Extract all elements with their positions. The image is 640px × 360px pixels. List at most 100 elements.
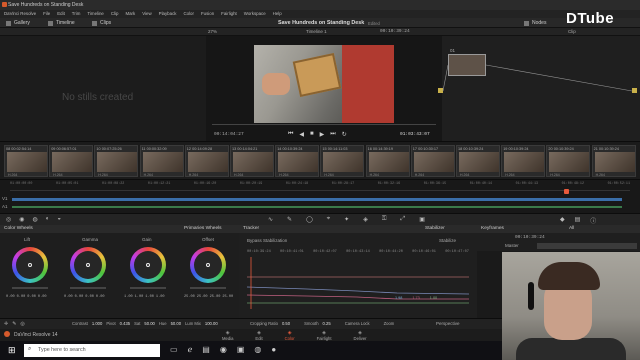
play-icon[interactable]: ▶ — [320, 131, 325, 138]
edge-icon[interactable]: ℯ — [188, 345, 193, 354]
wheel-value[interactable]: 0.00 — [38, 295, 47, 299]
wheel-value[interactable]: 25.00 — [210, 295, 221, 299]
wheel-value[interactable]: 25.00 — [222, 295, 233, 299]
rgb-mixer-icon[interactable]: ◐ — [46, 216, 50, 223]
skip-back-icon[interactable]: ⏮ — [288, 131, 293, 138]
clip-thumbnail[interactable]: 17 00:10:30:17 H.264 — [410, 145, 455, 177]
perspective-button[interactable]: Perspective — [436, 321, 460, 326]
menu-item-view[interactable]: View — [142, 11, 151, 16]
curves-icon[interactable]: ∿ — [268, 216, 273, 223]
zoom-checkbox[interactable]: Zoom — [384, 321, 395, 326]
menu-item-clip[interactable]: Clip — [111, 11, 119, 16]
blur-icon[interactable]: ◈ — [363, 216, 368, 223]
menu-item-playback[interactable]: Playback — [159, 11, 177, 16]
primaries-mode-selector[interactable]: Primaries Wheels — [184, 226, 222, 231]
master-keyframe-lane[interactable] — [537, 243, 637, 249]
stop-icon[interactable]: ■ — [310, 131, 314, 138]
wheel-master-slider[interactable] — [12, 287, 48, 289]
audio-track-bar[interactable] — [12, 206, 622, 208]
wheel-value[interactable]: 1.00 — [135, 295, 144, 299]
playhead[interactable] — [564, 189, 569, 194]
wheel-master-slider[interactable] — [190, 287, 226, 289]
gallery-button[interactable]: Gallery — [6, 20, 30, 26]
timeline-selector[interactable]: Timeline 1 — [306, 29, 327, 34]
clip-thumbnail[interactable]: 13 00:14:04:21 H.264 — [230, 145, 274, 177]
start-icon[interactable]: ⊞ — [8, 345, 16, 356]
cropping-ratio-value[interactable]: 0.50 — [282, 321, 290, 326]
color-wheel-lift[interactable] — [12, 247, 48, 283]
wheel-puck[interactable] — [206, 263, 210, 267]
stabilizer-mode-selector[interactable]: Stabilizer — [425, 226, 445, 231]
menu-item-trim[interactable]: Trim — [72, 11, 81, 16]
qualifier-icon[interactable]: ✎ — [287, 216, 292, 223]
tracker-icon[interactable]: ⌖ — [327, 216, 330, 223]
wheel-value[interactable]: 0.00 — [17, 295, 26, 299]
wheel-value[interactable]: 0.00 — [6, 295, 15, 299]
wheel-value[interactable]: 0.00 — [85, 295, 94, 299]
wheel-value[interactable]: 1.00 — [145, 295, 154, 299]
menu-item-timeline[interactable]: Timeline — [87, 11, 103, 16]
info-icon[interactable]: ⓘ — [590, 216, 596, 225]
obs-icon[interactable]: ● — [271, 345, 276, 354]
wheel-value[interactable]: 1.00 — [124, 295, 133, 299]
wheel-value[interactable]: 25.00 — [184, 295, 195, 299]
wheel-master-slider[interactable] — [70, 287, 106, 289]
wheel-value[interactable]: 0.00 — [75, 295, 84, 299]
menu-item-workspace[interactable]: Workspace — [244, 11, 266, 16]
clips-button[interactable]: Clips — [92, 20, 111, 26]
magic-mask-icon[interactable]: ✦ — [344, 216, 349, 223]
video-track-bar[interactable] — [12, 198, 622, 201]
sat-value[interactable]: 50.00 — [144, 321, 154, 326]
page-tab-fairlight[interactable]: ◈ Fairlight — [317, 330, 332, 341]
wheel-value[interactable]: 0.00 — [64, 295, 73, 299]
timeline-button[interactable]: Timeline — [48, 20, 75, 26]
viewer-scrubber[interactable] — [212, 124, 436, 125]
color-wheel-gain[interactable] — [130, 247, 166, 283]
step-back-icon[interactable]: ◀ — [299, 131, 304, 138]
contrast-value[interactable]: 1.000 — [92, 321, 102, 326]
color-wheel-offset[interactable] — [190, 247, 226, 283]
folder-icon[interactable]: ▤ — [202, 345, 210, 354]
target-icon[interactable]: ◎ — [20, 321, 24, 327]
clip-thumbnail[interactable]: 21 00:10:39:24 H.264 — [591, 145, 636, 177]
clip-thumbnail[interactable]: 14 00:10:39:24 H.264 — [275, 145, 320, 177]
menu-item-help[interactable]: Help — [273, 11, 282, 16]
skip-forward-icon[interactable]: ⏭ — [330, 131, 335, 138]
color-wheels-icon[interactable]: ◍ — [33, 216, 38, 223]
clip-thumbnail[interactable]: 10 00:07:25:26 H.264 — [94, 145, 139, 177]
menu-item-edit[interactable]: Edit — [57, 11, 65, 16]
motion-effects-icon[interactable]: ◒ — [57, 216, 61, 223]
wheel-value[interactable]: 1.00 — [156, 295, 165, 299]
bypass-stabilization-checkbox[interactable]: Bypass Stabilization — [247, 238, 287, 243]
wheel-master-slider[interactable] — [130, 287, 166, 289]
resolve-taskbar-icon[interactable]: ◍ — [254, 345, 261, 354]
scopes-icon[interactable]: ▤ — [575, 216, 581, 225]
brush-icon[interactable]: ✎ — [12, 321, 16, 327]
clip-thumbnail[interactable]: 20 00:10:39:24 H.264 — [546, 145, 591, 177]
zoom-level[interactable]: 27% — [208, 29, 217, 34]
clip-mode-selector[interactable]: Clip — [568, 29, 576, 34]
page-tab-media[interactable]: ◈ Media — [222, 330, 233, 341]
nodes-button[interactable]: Nodes — [524, 20, 546, 26]
clip-thumbnail[interactable]: 09 00:06:57:01 H.264 — [49, 145, 94, 177]
hue-value[interactable]: 50.00 — [171, 321, 181, 326]
wheel-puck[interactable] — [146, 263, 150, 267]
camera-raw-icon[interactable]: ◎ — [6, 216, 11, 223]
menu-item-davinci-resolve[interactable]: DaVinci Resolve — [4, 11, 36, 16]
smooth-value[interactable]: 0.25 — [323, 321, 331, 326]
clip-thumbnail[interactable]: 15 00:14:11:03 H.264 — [320, 145, 365, 177]
clip-thumbnail[interactable]: 19 00:10:39:24 H.264 — [501, 145, 546, 177]
color-wheel-gamma[interactable] — [70, 247, 106, 283]
wheel-puck[interactable] — [28, 263, 32, 267]
video-frame[interactable] — [254, 45, 394, 123]
page-tab-deliver[interactable]: ◈ Deliver — [354, 330, 367, 341]
pivot-value[interactable]: 0.435 — [120, 321, 130, 326]
menu-item-fairlight[interactable]: Fairlight — [221, 11, 237, 16]
terminal-icon[interactable]: ▣ — [237, 345, 245, 354]
page-tab-color[interactable]: ◈ Color — [285, 330, 295, 341]
sizing-icon[interactable]: ⤢ — [400, 216, 405, 223]
clip-thumbnail[interactable]: 12 00:14:09:28 H.264 — [184, 145, 229, 177]
keyframes-filter[interactable]: All — [569, 226, 574, 231]
menu-item-color[interactable]: Color — [183, 11, 194, 16]
picker-icon[interactable]: ✛ — [4, 321, 8, 327]
